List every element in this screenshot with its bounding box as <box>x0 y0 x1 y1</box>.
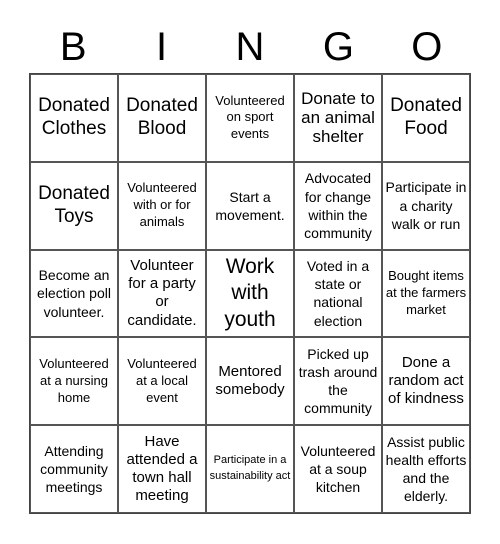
bingo-cell[interactable]: Donated Toys <box>30 161 118 250</box>
bingo-cell[interactable]: Work with youth <box>206 249 294 338</box>
bingo-cell[interactable]: Start a movement. <box>206 161 294 250</box>
bingo-cell[interactable]: Assist public health efforts and the eld… <box>382 425 470 513</box>
bingo-cell[interactable]: Volunteered with or for animals <box>118 161 206 250</box>
bingo-cell[interactable]: Have attended a town hall meeting <box>118 425 206 513</box>
bingo-cell[interactable]: Done a random act of kindness <box>382 337 470 426</box>
bingo-cell[interactable]: Volunteered at a nursing home <box>30 337 118 426</box>
bingo-cell[interactable]: Attending community meetings <box>30 425 118 513</box>
header-letter-b: B <box>59 25 87 69</box>
bingo-cell[interactable]: Volunteered on sport events <box>206 74 294 162</box>
bingo-cell[interactable]: Advocated for change within the communit… <box>294 161 382 250</box>
bingo-cell[interactable]: Participate in a charity walk or run <box>382 161 470 250</box>
bingo-header: B I N G O <box>29 22 471 72</box>
bingo-cell[interactable]: Donated Clothes <box>30 74 118 162</box>
bingo-cell[interactable]: Volunteered at a local event <box>118 337 206 426</box>
bingo-cell[interactable]: Bought items at the farmers market <box>382 249 470 338</box>
bingo-cell[interactable]: Participate in a sustainability act <box>206 425 294 513</box>
header-letter-i: I <box>156 25 168 69</box>
bingo-cell[interactable]: Picked up trash around the community <box>294 337 382 426</box>
bingo-cell[interactable]: Donated Blood <box>118 74 206 162</box>
header-letter-o: O <box>411 25 443 69</box>
bingo-cell[interactable]: Mentored somebody <box>206 337 294 426</box>
bingo-cell[interactable]: Volunteered at a soup kitchen <box>294 425 382 513</box>
header-letter-n: N <box>235 25 265 69</box>
bingo-cell[interactable]: Voted in a state or national election <box>294 249 382 338</box>
bingo-cell[interactable]: Donated Food <box>382 74 470 162</box>
bingo-cell[interactable]: Volunteer for a party or candidate. <box>118 249 206 338</box>
bingo-cell[interactable]: Donate to an animal shelter <box>294 74 382 162</box>
header-letter-g: G <box>322 25 354 69</box>
bingo-cell[interactable]: Become an election poll volunteer. <box>30 249 118 338</box>
bingo-grid: Donated Clothes Donated Blood Volunteere… <box>29 73 471 514</box>
